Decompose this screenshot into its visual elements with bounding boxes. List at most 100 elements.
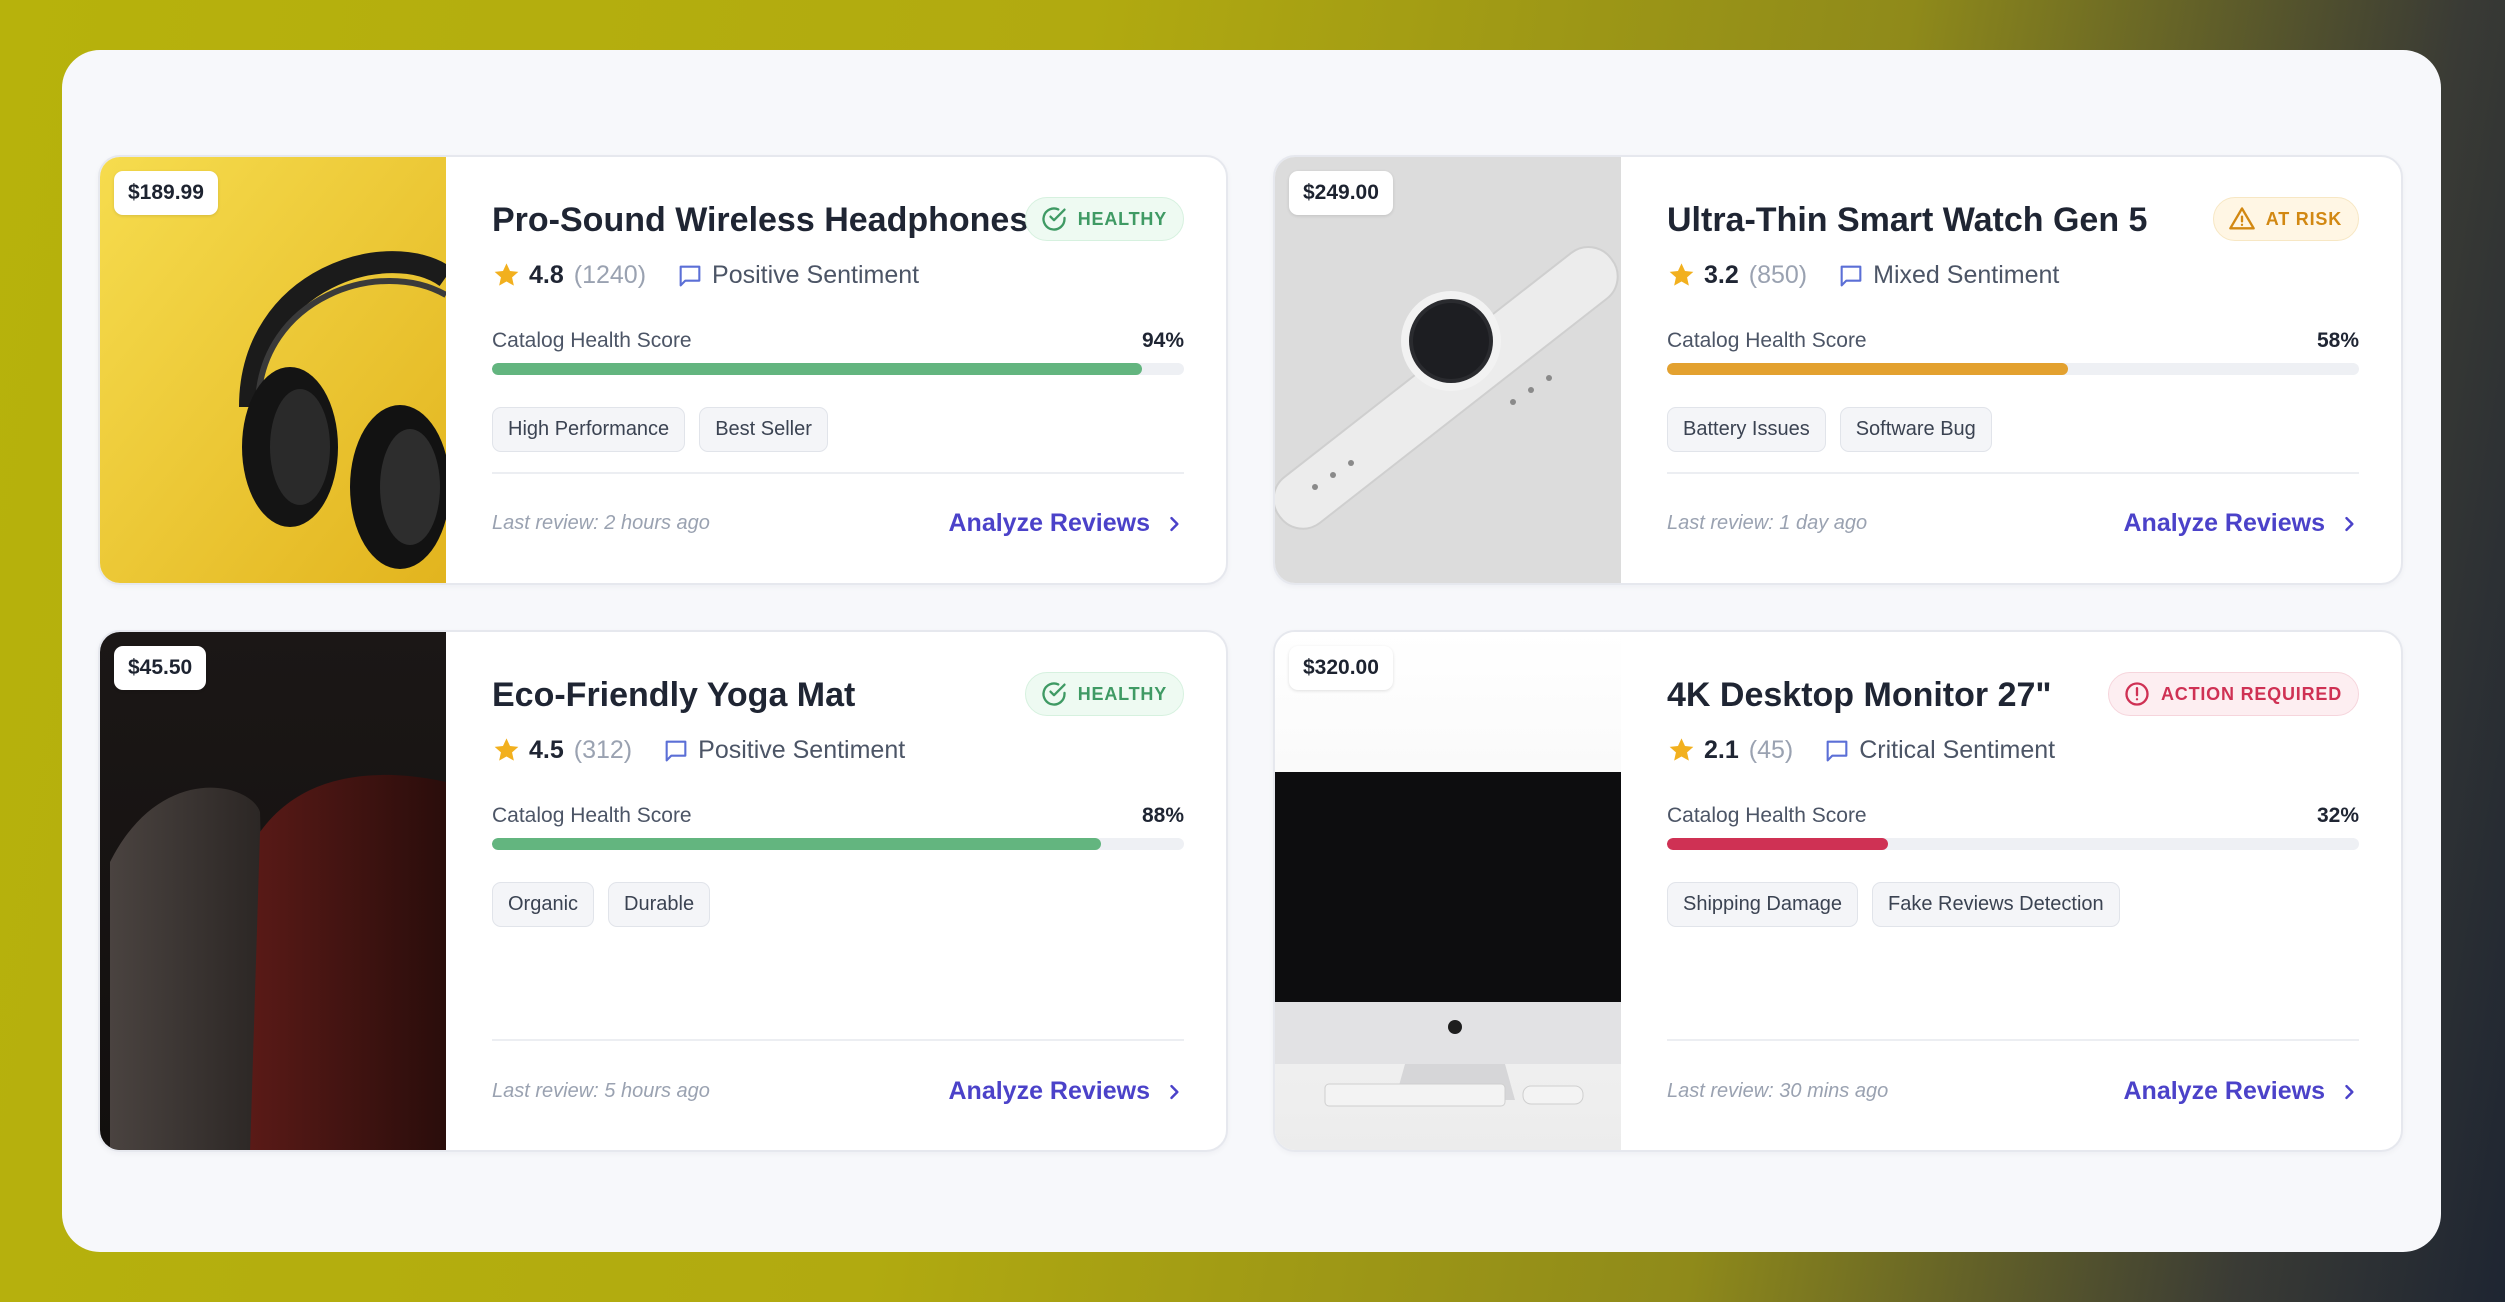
chat-bubble-icon [1826,740,1848,761]
price-tag: $45.50 [114,646,207,690]
product-card: $45.50 Eco-Friendly Yoga Mat HEALTHY 4.5… [98,630,1228,1152]
sentiment-label: Positive Sentiment [712,261,920,289]
analyze-reviews-label: Analyze Reviews [2123,509,2326,537]
sentiment: Positive Sentiment [662,736,905,765]
status-badge: ACTION REQUIRED [2107,672,2359,716]
star-icon [494,738,519,761]
health-progress-bar [1667,838,2359,850]
check-circle-icon [1042,207,1066,231]
health-progress-bar [492,363,1184,375]
tag-list: Shipping Damage Fake Reviews Detection [1667,882,2120,927]
status-badge: AT RISK [2212,197,2359,241]
divider [492,472,1184,474]
score-label: Catalog Health Score [1667,804,1867,827]
sentiment: Mixed Sentiment [1837,261,2059,290]
sentiment: Critical Sentiment [1823,736,2055,765]
score-label: Catalog Health Score [492,804,692,827]
divider [1667,472,2359,474]
headphones-image: $189.99 [100,157,446,583]
health-progress-fill [1667,838,1889,850]
score-percent: 88% [1141,804,1184,827]
analyze-reviews-link[interactable]: Analyze Reviews [2124,1077,2360,1106]
review-count: (312) [573,736,633,764]
analyze-reviews-link[interactable]: Analyze Reviews [949,509,1185,538]
chevron-right-icon [1170,516,1179,531]
check-circle-icon [1042,682,1066,706]
sentiment: Positive Sentiment [676,261,919,290]
rating-value: 4.8 [529,261,564,289]
rating-value: 3.2 [1704,261,1739,289]
last-review-text: Last review: 5 hours ago [492,1080,710,1102]
alert-circle-icon [2125,682,2149,706]
price-tag: $320.00 [1289,646,1393,690]
card-footer: Last review: 1 day ago Analyze Reviews [1667,509,2359,538]
sentiment-label: Critical Sentiment [1859,736,2056,764]
score-percent: 32% [2316,804,2359,827]
status-text: AT RISK [2265,208,2342,229]
chat-bubble-icon [665,740,687,761]
health-progress-bar [1667,363,2359,375]
health-progress-fill [492,838,1101,850]
status-badge: HEALTHY [1024,672,1184,716]
divider [1667,1039,2359,1041]
smart-watch-image: $249.00 [1275,157,1621,583]
star-icon [1669,263,1694,286]
chat-bubble-icon [679,265,701,286]
product-title: Eco-Friendly Yoga Mat [492,676,856,714]
star-icon [1669,738,1694,761]
status-text: HEALTHY [1077,683,1167,704]
tag-list: Battery Issues Software Bug [1667,407,1992,452]
yoga-mat-image: $45.50 [100,632,446,1150]
card-footer: Last review: 5 hours ago Analyze Reviews [492,1077,1184,1106]
rating-row: 2.1 (45) Critical Sentiment [1667,736,2055,765]
analyze-reviews-label: Analyze Reviews [948,509,1151,537]
sentiment-label: Positive Sentiment [698,736,906,764]
card-footer: Last review: 2 hours ago Analyze Reviews [492,509,1184,538]
price-tag: $189.99 [114,171,218,215]
status-badge: HEALTHY [1024,197,1184,241]
price-tag: $249.00 [1289,171,1393,215]
sentiment-label: Mixed Sentiment [1873,261,2060,289]
tag-list: High Performance Best Seller [492,407,828,452]
tag-list: Organic Durable [492,882,711,927]
product-card: $320.00 4K Desktop Monitor 27" ACTION RE… [1273,630,2403,1152]
last-review-text: Last review: 1 day ago [1667,512,1868,534]
star-icon [494,263,519,286]
tag: Best Seller [699,407,828,452]
rating-row: 4.8 (1240) Positive Sentiment [492,261,919,290]
product-title: Pro-Sound Wireless Headphones [492,201,1029,239]
score-label: Catalog Health Score [492,329,692,352]
last-review-text: Last review: 2 hours ago [492,512,710,534]
score-label: Catalog Health Score [1667,329,1867,352]
analyze-reviews-link[interactable]: Analyze Reviews [2124,509,2360,538]
product-card: $249.00 Ultra-Thin Smart Watch Gen 5 AT … [1273,155,2403,585]
analyze-reviews-link[interactable]: Analyze Reviews [949,1077,1185,1106]
review-count: (45) [1748,736,1794,764]
review-count: (850) [1748,261,1808,289]
tag: Software Bug [1839,407,1992,452]
health-progress-fill [1667,363,2069,375]
rating-row: 4.5 (312) Positive Sentiment [492,736,905,765]
status-text: ACTION REQUIRED [2160,683,2342,704]
rating-row: 3.2 (850) Mixed Sentiment [1667,261,2059,290]
rating-value: 4.5 [529,736,564,764]
tag: High Performance [492,407,686,452]
analyze-reviews-label: Analyze Reviews [948,1077,1151,1105]
desktop-monitor-image: $320.00 [1275,632,1621,1150]
chat-bubble-icon [1840,265,1862,286]
last-review-text: Last review: 30 mins ago [1667,1080,1889,1102]
tag: Organic [492,882,595,927]
health-progress-fill [492,363,1143,375]
analyze-reviews-label: Analyze Reviews [2123,1077,2326,1105]
product-title: 4K Desktop Monitor 27" [1667,676,2052,714]
tag: Fake Reviews Detection [1872,882,2120,927]
warning-triangle-icon [2228,207,2255,230]
product-title: Ultra-Thin Smart Watch Gen 5 [1667,201,2148,239]
chevron-right-icon [1170,1084,1179,1099]
product-card: $189.99 Pro-Sound Wireless Headphones HE… [98,155,1228,585]
status-text: HEALTHY [1077,208,1167,229]
chevron-right-icon [2345,1084,2354,1099]
tag: Shipping Damage [1667,882,1858,927]
chevron-right-icon [2345,516,2354,531]
card-footer: Last review: 30 mins ago Analyze Reviews [1667,1077,2359,1106]
